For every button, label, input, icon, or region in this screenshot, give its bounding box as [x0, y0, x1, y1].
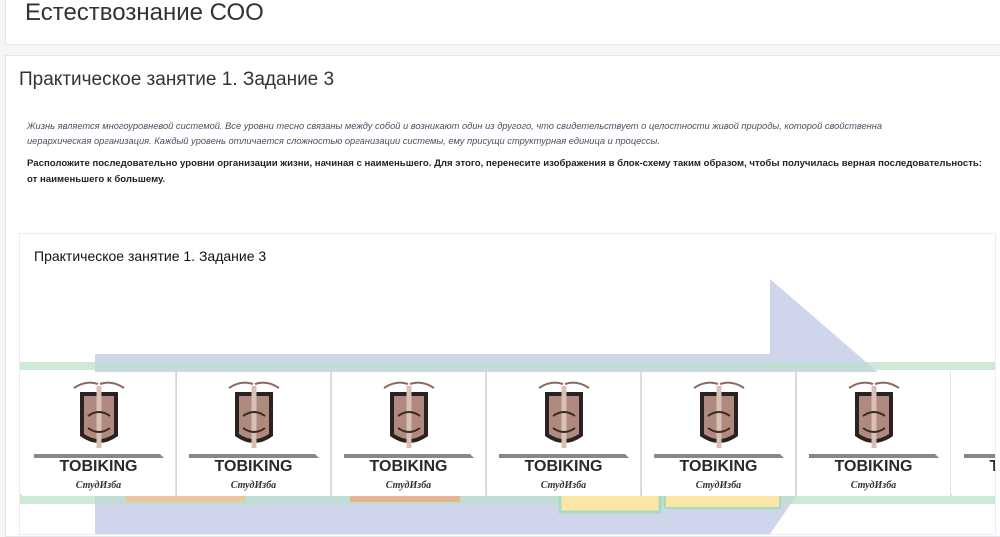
tobiking-logo-icon	[964, 454, 995, 458]
drag-drop-activity: Практическое занятие 1. Задание 3 TOBIKI…	[19, 233, 996, 535]
draggable-image-tile[interactable]: TOBIKING СтудИзба	[487, 372, 641, 496]
tile-subtitle: СтудИзба	[540, 480, 587, 491]
tile-brand: TOBIKING	[369, 458, 448, 475]
tile-subtitle: СтудИзба	[75, 480, 122, 491]
tile-brand: TOBIKING	[834, 458, 913, 475]
task-intro: Жизнь является многоуровневой системой. …	[27, 121, 883, 146]
course-title: Естествознание СОО	[25, 0, 264, 26]
tobiking-logo-icon	[189, 381, 319, 458]
draggable-image-tile[interactable]: TOBIKING СтудИзба	[332, 372, 486, 496]
draggable-image-tile[interactable]: TOBIKING СтудИзба	[177, 372, 331, 496]
tile-brand: TOBIKING	[679, 458, 758, 475]
course-header: Естествознание СОО	[5, 0, 1000, 45]
draggable-image-tile[interactable]: TOBIKING СтудИзба	[642, 372, 796, 496]
tile-subtitle: СтудИзба	[385, 480, 432, 491]
tobiking-logo-icon	[809, 381, 939, 458]
task-title: Практическое занятие 1. Задание 3	[19, 69, 335, 90]
tobiking-logo-icon	[499, 381, 629, 458]
tile-brand: TOBIKING	[952, 458, 995, 476]
tile-brand: TOBIKING	[59, 458, 138, 475]
tile-subtitle: СтудИзба	[230, 480, 277, 491]
task-instruction: Расположите последовательно уровни орган…	[27, 158, 982, 185]
draggable-image-tile[interactable]: TOBIKING СтудИзба	[952, 372, 995, 496]
draggable-image-tile[interactable]: TOBIKING СтудИзба	[797, 372, 951, 496]
tobiking-logo-icon	[34, 381, 164, 458]
tile-subtitle: СтудИзба	[952, 480, 995, 491]
task-card: Практическое занятие 1. Задание 3 Жизнь …	[5, 55, 1000, 537]
tobiking-logo-icon	[654, 381, 784, 458]
tile-brand: TOBIKING	[524, 458, 603, 475]
tile-brand: TOBIKING	[214, 458, 293, 475]
tile-subtitle: СтудИзба	[850, 480, 897, 491]
draggable-image-tile[interactable]: TOBIKING СтудИзба	[22, 372, 176, 496]
tile-subtitle: СтудИзба	[695, 480, 742, 491]
tobiking-logo-icon	[344, 381, 474, 458]
